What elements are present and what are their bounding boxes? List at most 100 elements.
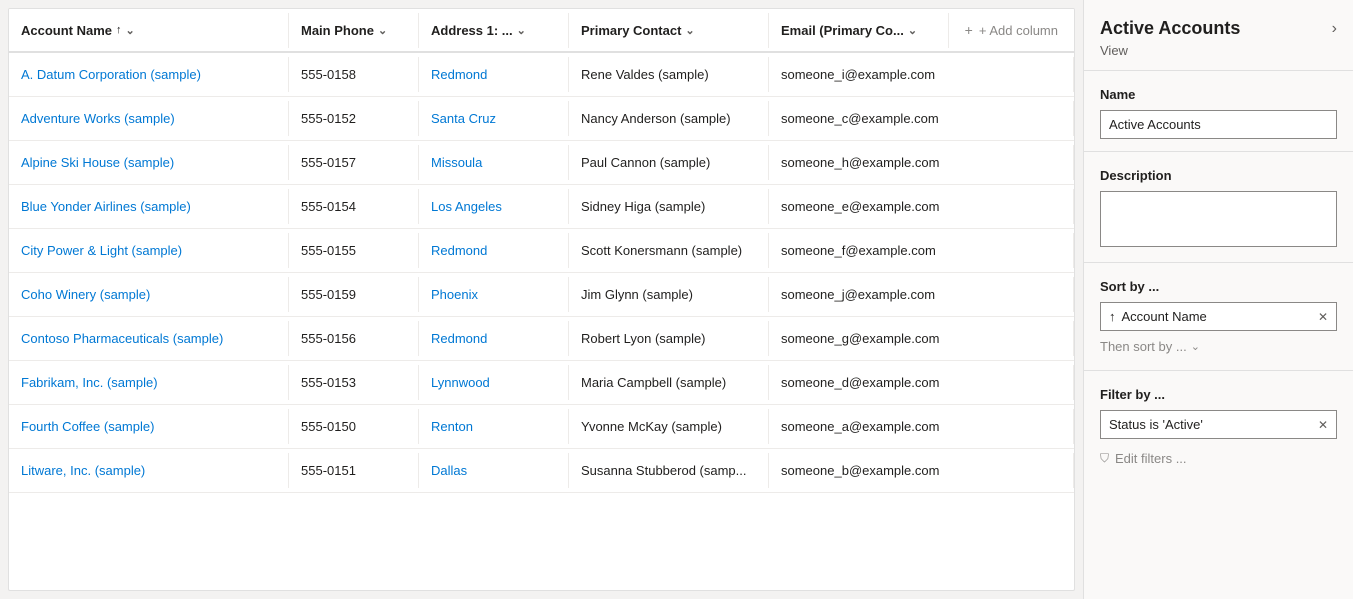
col-header-email[interactable]: Email (Primary Co... ⌄ [769,13,949,48]
cell-account-7[interactable]: Fabrikam, Inc. (sample) [9,365,289,400]
table-row: Fabrikam, Inc. (sample) 555-0153 Lynnwoo… [9,361,1074,405]
cell-address-3[interactable]: Los Angeles [419,189,569,224]
cell-contact-8: Yvonne McKay (sample) [569,409,769,444]
cell-phone-6: 555-0156 [289,321,419,356]
cell-account-6[interactable]: Contoso Pharmaceuticals (sample) [9,321,289,356]
cell-email-8: someone_a@example.com [769,409,1074,444]
cell-contact-9: Susanna Stubberod (samp... [569,453,769,488]
cell-email-1: someone_c@example.com [769,101,1074,136]
panel-name-section: Name [1084,71,1353,151]
col-header-phone-label: Main Phone [301,23,374,38]
sort-clear-button[interactable]: ✕ [1318,310,1328,324]
panel-sort-title: Sort by ... [1100,279,1337,294]
cell-phone-8: 555-0150 [289,409,419,444]
accounts-table-container: Account Name ↑ ⌄ Main Phone ⌄ Address 1:… [8,8,1075,591]
funnel-icon: ⛉ [1100,451,1109,466]
col-header-contact[interactable]: Primary Contact ⌄ [569,13,769,48]
sort-asc-icon: ↑ [116,24,122,36]
then-sort-label: Then sort by ... [1100,339,1187,354]
cell-account-5[interactable]: Coho Winery (sample) [9,277,289,312]
cell-email-6: someone_g@example.com [769,321,1074,356]
cell-account-0[interactable]: A. Datum Corporation (sample) [9,57,289,92]
cell-address-7[interactable]: Lynnwood [419,365,569,400]
table-row: Litware, Inc. (sample) 555-0151 Dallas S… [9,449,1074,493]
then-sort-row[interactable]: Then sort by ... ⌄ [1100,339,1337,354]
cell-address-4[interactable]: Redmond [419,233,569,268]
cell-email-7: someone_d@example.com [769,365,1074,400]
cell-email-9: someone_b@example.com [769,453,1074,488]
cell-phone-4: 555-0155 [289,233,419,268]
cell-phone-7: 555-0153 [289,365,419,400]
col-header-account-label: Account Name [21,23,112,38]
panel-description-section: Description [1084,152,1353,262]
panel-expand-chevron-icon[interactable]: › [1332,20,1337,38]
panel-name-label: Name [1100,87,1337,102]
cell-account-9[interactable]: Litware, Inc. (sample) [9,453,289,488]
table-row: Fourth Coffee (sample) 555-0150 Renton Y… [9,405,1074,449]
cell-account-1[interactable]: Adventure Works (sample) [9,101,289,136]
cell-account-3[interactable]: Blue Yonder Airlines (sample) [9,189,289,224]
col-header-contact-chevron[interactable]: ⌄ [685,24,694,37]
col-header-email-chevron[interactable]: ⌄ [908,24,917,37]
table-row: City Power & Light (sample) 555-0155 Red… [9,229,1074,273]
cell-contact-4: Scott Konersmann (sample) [569,233,769,268]
cell-address-1[interactable]: Santa Cruz [419,101,569,136]
cell-account-2[interactable]: Alpine Ski House (sample) [9,145,289,180]
cell-phone-1: 555-0152 [289,101,419,136]
panel-sort-section: Sort by ... ↑ Account Name ✕ Then sort b… [1084,263,1353,370]
filter-clear-button[interactable]: ✕ [1318,418,1328,432]
col-header-account-chevron[interactable]: ⌄ [126,24,135,37]
col-header-address-chevron[interactable]: ⌄ [517,24,526,37]
panel-filter-title: Filter by ... [1100,387,1337,402]
sort-item: ↑ Account Name ✕ [1100,302,1337,331]
panel-title: Active Accounts [1100,18,1240,39]
right-panel: Active Accounts › View Name Description … [1083,0,1353,599]
add-column-label: + Add column [979,23,1058,38]
cell-address-8[interactable]: Renton [419,409,569,444]
cell-account-8[interactable]: Fourth Coffee (sample) [9,409,289,444]
panel-description-textarea[interactable] [1100,191,1337,247]
cell-email-0: someone_i@example.com [769,57,1074,92]
cell-phone-0: 555-0158 [289,57,419,92]
cell-contact-7: Maria Campbell (sample) [569,365,769,400]
cell-email-5: someone_j@example.com [769,277,1074,312]
cell-contact-2: Paul Cannon (sample) [569,145,769,180]
cell-email-3: someone_e@example.com [769,189,1074,224]
plus-icon: + [965,22,973,38]
cell-contact-0: Rene Valdes (sample) [569,57,769,92]
cell-phone-9: 555-0151 [289,453,419,488]
col-header-phone[interactable]: Main Phone ⌄ [289,13,419,48]
table-row: Adventure Works (sample) 555-0152 Santa … [9,97,1074,141]
cell-address-5[interactable]: Phoenix [419,277,569,312]
cell-contact-5: Jim Glynn (sample) [569,277,769,312]
cell-phone-3: 555-0154 [289,189,419,224]
col-header-address-label: Address 1: ... [431,23,513,38]
table-row: A. Datum Corporation (sample) 555-0158 R… [9,53,1074,97]
panel-header: Active Accounts › [1084,0,1353,43]
filter-item: Status is 'Active' ✕ [1100,410,1337,439]
panel-filter-section: Filter by ... Status is 'Active' ✕ ⛉ Edi… [1084,371,1353,482]
sort-item-label: Account Name [1122,309,1312,324]
col-header-phone-chevron[interactable]: ⌄ [378,24,387,37]
cell-contact-1: Nancy Anderson (sample) [569,101,769,136]
cell-account-4[interactable]: City Power & Light (sample) [9,233,289,268]
cell-address-6[interactable]: Redmond [419,321,569,356]
add-column-button[interactable]: + + Add column [949,12,1074,48]
panel-subtitle: View [1084,43,1353,70]
cell-address-0[interactable]: Redmond [419,57,569,92]
col-header-email-label: Email (Primary Co... [781,23,904,38]
col-header-contact-label: Primary Contact [581,23,681,38]
panel-description-label: Description [1100,168,1337,183]
table-row: Coho Winery (sample) 555-0159 Phoenix Ji… [9,273,1074,317]
col-header-address[interactable]: Address 1: ... ⌄ [419,13,569,48]
edit-filters-label: Edit filters ... [1115,451,1187,466]
cell-address-2[interactable]: Missoula [419,145,569,180]
cell-address-9[interactable]: Dallas [419,453,569,488]
table-row: Contoso Pharmaceuticals (sample) 555-015… [9,317,1074,361]
panel-name-input[interactable] [1100,110,1337,139]
cell-phone-5: 555-0159 [289,277,419,312]
col-header-account[interactable]: Account Name ↑ ⌄ [9,13,289,48]
table-body: A. Datum Corporation (sample) 555-0158 R… [9,53,1074,590]
cell-contact-3: Sidney Higa (sample) [569,189,769,224]
edit-filters-button[interactable]: ⛉ Edit filters ... [1100,447,1337,470]
